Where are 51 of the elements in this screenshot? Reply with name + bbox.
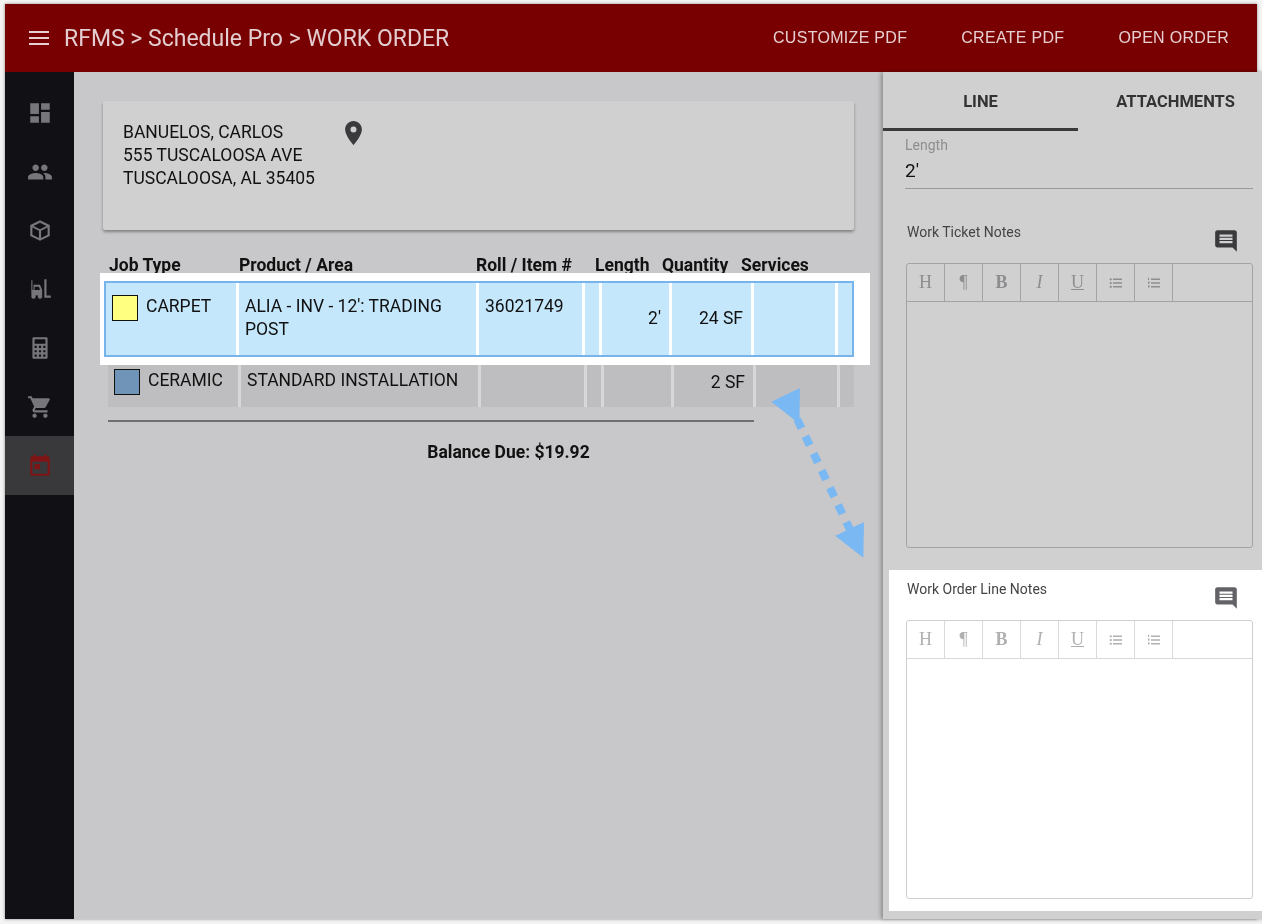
header-button[interactable]: CUSTOMIZE PDF [746, 19, 935, 57]
empty-table-cell [840, 365, 854, 407]
toolbar-button[interactable]: H [907, 264, 945, 301]
table-row[interactable]: CARPET ALIA - INV - 12': TRADING POST 36021749 2' 24 SF [104, 281, 854, 357]
column-header: Length [595, 255, 650, 275]
toolbar-button[interactable]: ¶ [945, 621, 983, 658]
table-cell: STANDARD INSTALLATION [247, 370, 459, 390]
table-cell: CERAMIC [148, 369, 223, 392]
column-header: Services [741, 255, 809, 275]
column-header: Quantity [662, 255, 729, 275]
table-cell: 36021749 [485, 296, 564, 316]
comment-icon[interactable] [1213, 585, 1239, 611]
toolbar-button[interactable]: B [983, 621, 1021, 658]
header-button[interactable]: OPEN ORDER [1091, 19, 1257, 57]
table-cell: 2' [648, 306, 661, 330]
table-cell: CARPET [146, 295, 212, 318]
cart-icon[interactable] [26, 393, 53, 420]
comment-icon[interactable] [1213, 228, 1239, 254]
address-line: 555 TUSCALOOSA AVE [123, 144, 304, 167]
toolbar-button[interactable]: I [1021, 264, 1059, 301]
field-label: Length [905, 137, 949, 153]
address-line: TUSCALOOSA, AL 35405 [123, 167, 315, 190]
rich-text-editor[interactable]: H ¶ B I U [906, 263, 1253, 548]
toolbar-button[interactable]: I [1021, 621, 1059, 658]
column-header: Job Type [109, 255, 181, 275]
toolbar-button[interactable]: H [907, 621, 945, 658]
table-cell: 2 SF [710, 370, 745, 394]
page-title: RFMS > Schedule Pro > WORK ORDER [64, 24, 451, 52]
column-header: Roll / Item # [476, 255, 572, 275]
tab[interactable]: LINE [883, 72, 1078, 131]
notes-label: Work Order Line Notes [907, 581, 1048, 597]
balance-due: Balance Due: $19.92 [426, 442, 591, 462]
empty-table-cell [587, 365, 601, 407]
field-value: 2' [905, 159, 920, 182]
toolbar-button[interactable]: U [1059, 621, 1097, 658]
length-field[interactable]: Length 2' [905, 137, 1253, 189]
header-button[interactable]: CREATE PDF [934, 19, 1092, 57]
toolbar-button[interactable]: ¶ [945, 264, 983, 301]
address-line: BANUELOS, CARLOS [123, 121, 285, 144]
tab[interactable]: ATTACHMENTS [1078, 72, 1262, 131]
rich-text-editor[interactable]: H ¶ B I U [906, 620, 1253, 899]
empty-table-cell [838, 283, 852, 355]
empty-table-cell [585, 283, 599, 355]
toolbar-button[interactable]: U [1059, 264, 1097, 301]
table-cell: ALIA - INV - 12': TRADING POST [245, 296, 442, 339]
notes-label: Work Ticket Notes [907, 224, 1021, 240]
column-header: Product / Area [239, 255, 353, 275]
table-cell: 24 SF [698, 306, 743, 330]
location-pin-icon[interactable] [344, 121, 362, 145]
toolbar-button[interactable]: B [983, 264, 1021, 301]
table-row[interactable]: CERAMIC STANDARD INSTALLATION 2 SF [108, 365, 854, 407]
